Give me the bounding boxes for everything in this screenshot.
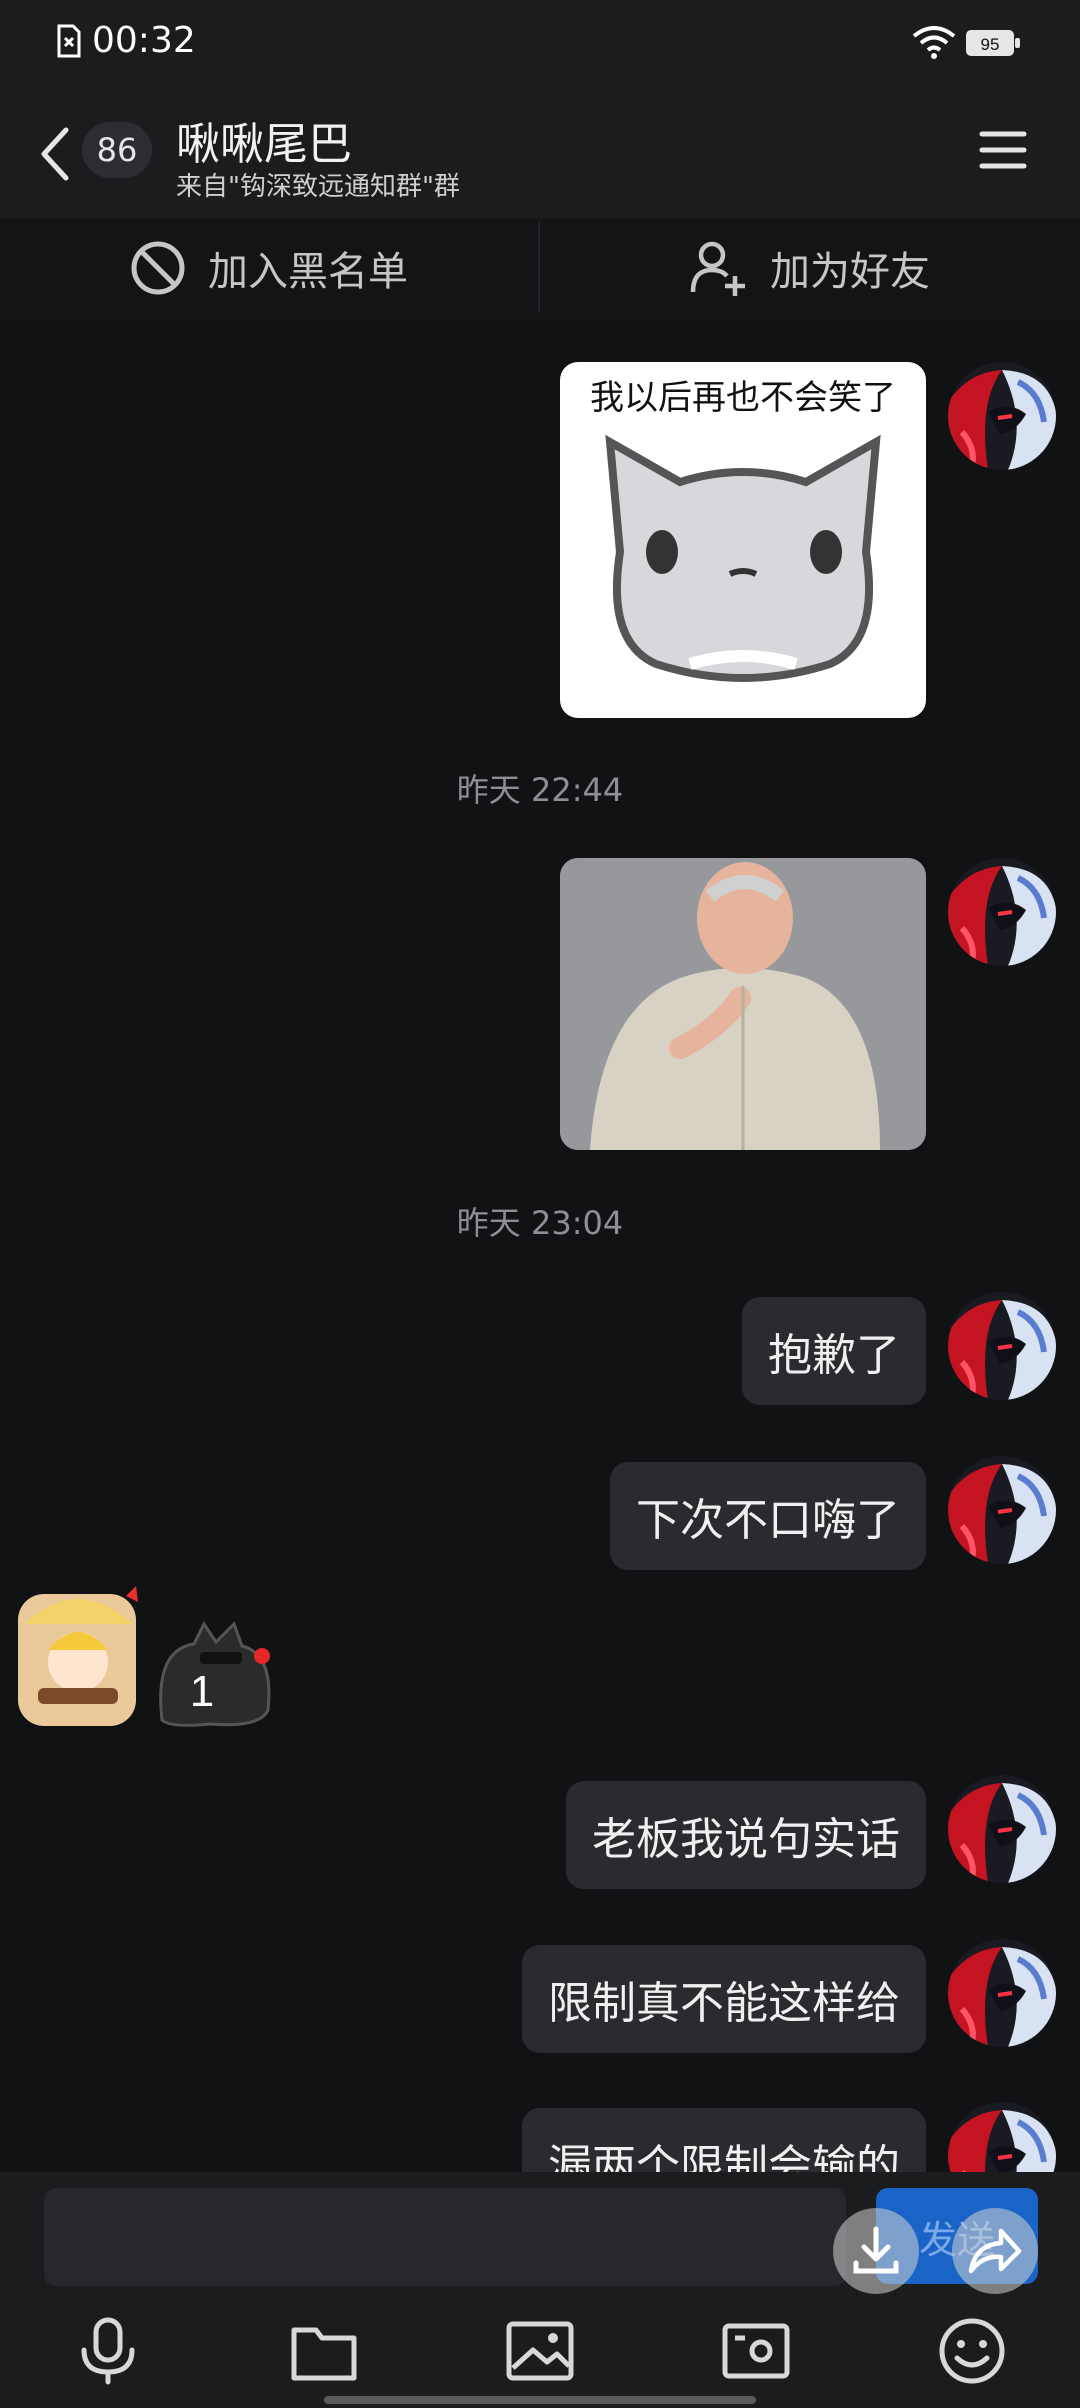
action-bar: 加入黑名单 加为好友: [0, 218, 1080, 318]
my-avatar[interactable]: [948, 858, 1056, 966]
block-label: 加入黑名单: [208, 249, 408, 295]
my-avatar[interactable]: [948, 1939, 1056, 2047]
emoji-icon[interactable]: [937, 2316, 1007, 2386]
download-button[interactable]: [833, 2208, 919, 2294]
forward-button[interactable]: [952, 2208, 1038, 2294]
sticker-number: 1: [190, 1667, 214, 1716]
incoming-cat-sticker[interactable]: 1: [150, 1610, 280, 1730]
block-button[interactable]: 加入黑名单: [0, 218, 538, 318]
battery-icon: 95: [966, 30, 1020, 56]
message-bubble[interactable]: 限制真不能这样给: [522, 1945, 926, 2053]
chat-subtitle: 来自"钩深致远通知群"群: [176, 172, 460, 202]
battery-level: 95: [981, 35, 1000, 54]
unread-badge[interactable]: 86: [82, 122, 152, 178]
message-bubble[interactable]: 抱歉了: [742, 1297, 926, 1405]
back-icon[interactable]: [36, 124, 76, 184]
status-bar: 00:32 95: [0, 0, 1080, 86]
my-avatar[interactable]: [948, 1292, 1056, 1400]
action-divider: [538, 222, 540, 312]
timestamp: 昨天 22:44: [456, 771, 624, 809]
forward-icon: [968, 2228, 1022, 2274]
cat-sticker-image[interactable]: 我以后再也不会笑了: [560, 362, 926, 718]
message-bubble[interactable]: 老板我说句实话: [566, 1781, 926, 1889]
folder-icon[interactable]: [289, 2316, 359, 2386]
incoming-avatar[interactable]: [14, 1584, 144, 1734]
status-time: 00:32: [92, 20, 196, 61]
menu-icon[interactable]: [978, 128, 1028, 172]
add-friend-button[interactable]: 加为好友: [540, 218, 1080, 318]
add-friend-icon: [690, 241, 745, 296]
wifi-icon: [912, 26, 956, 59]
timestamp: 昨天 23:04: [456, 1204, 624, 1242]
photo-image[interactable]: [560, 858, 926, 1150]
sim-alert-icon: [57, 24, 81, 58]
photo-drawing: [560, 858, 926, 1150]
chat-title: 啾啾尾巴: [176, 119, 352, 170]
cat-drawing: [605, 434, 881, 682]
add-friend-label: 加为好友: [770, 249, 930, 295]
my-avatar[interactable]: [948, 1775, 1056, 1883]
download-icon: [853, 2226, 899, 2274]
message-bubble[interactable]: 下次不口嗨了: [610, 1462, 926, 1570]
camera-icon[interactable]: [721, 2316, 791, 2386]
block-icon: [131, 241, 185, 295]
my-avatar[interactable]: [948, 362, 1056, 470]
microphone-icon[interactable]: [73, 2316, 143, 2386]
home-indicator[interactable]: [324, 2396, 756, 2404]
message-input[interactable]: [44, 2188, 846, 2286]
my-avatar[interactable]: [948, 1456, 1056, 1564]
image-icon[interactable]: [505, 2316, 575, 2386]
chat-header: 86 啾啾尾巴 来自"钩深致远通知群"群: [0, 86, 1080, 218]
